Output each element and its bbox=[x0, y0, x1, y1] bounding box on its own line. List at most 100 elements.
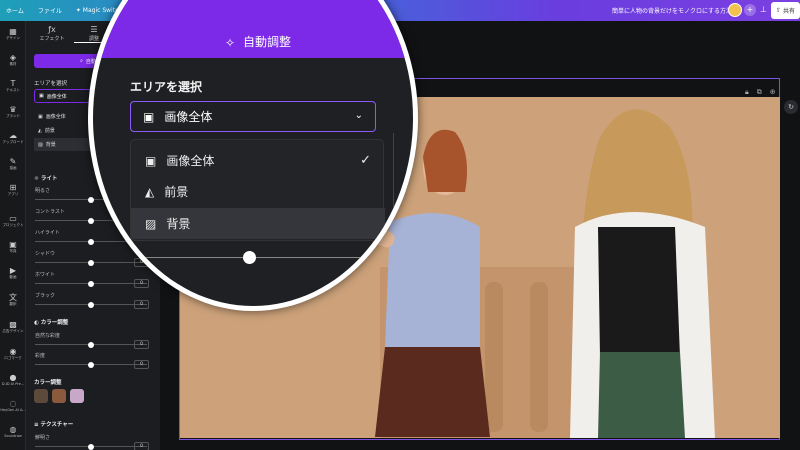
slider-label: 自然な彩度 bbox=[35, 333, 61, 339]
heygen-icon: ◌ bbox=[9, 399, 17, 408]
did-icon: ● bbox=[9, 373, 17, 382]
rail-item-heygen[interactable]: ◌ HeyGen AI A... bbox=[0, 399, 26, 412]
magic-wand-icon: ✧ bbox=[224, 36, 236, 50]
slider-track[interactable] bbox=[35, 341, 147, 348]
avatar[interactable] bbox=[728, 3, 742, 17]
file-menu[interactable]: ファイル bbox=[38, 6, 62, 15]
zoom-area-menu: ▣ 画像全体 ✓ ◭ 前景 ▨ 背景 bbox=[130, 139, 385, 241]
rail-item-elements[interactable]: ◈ 素材 bbox=[0, 53, 26, 67]
slider-value-input[interactable]: 0 bbox=[134, 360, 149, 369]
elements-icon: ◈ bbox=[9, 53, 17, 62]
rail-item-apps[interactable]: ⊞ アプリ bbox=[0, 183, 26, 197]
zoom-option-whole[interactable]: ▣ 画像全体 ✓ bbox=[131, 145, 385, 176]
invite-button[interactable]: + bbox=[744, 4, 756, 16]
zoom-option-foreground[interactable]: ◭ 前景 bbox=[131, 176, 385, 207]
page-tools: 🔒︎ ⧉ ⊕ bbox=[745, 88, 776, 97]
background-icon: ▨ bbox=[38, 141, 43, 148]
image-icon: ▣ bbox=[38, 113, 43, 120]
foreground-icon: ◭ bbox=[145, 184, 155, 199]
duplicate-icon[interactable]: ⧉ bbox=[757, 88, 762, 97]
rail-item-design[interactable]: ▦ デザイン bbox=[0, 27, 26, 41]
slider-label: シャドウ bbox=[35, 251, 56, 257]
magic-wand-icon: ⌕ bbox=[80, 58, 83, 64]
color-swatch[interactable] bbox=[70, 389, 84, 403]
lock-icon[interactable]: 🔒︎ bbox=[745, 88, 749, 97]
rail-item-translate[interactable]: 文翻訳 bbox=[0, 293, 26, 307]
slider-label: 鮮明さ bbox=[35, 435, 51, 441]
slider-track[interactable] bbox=[35, 443, 147, 450]
left-rail: ▦ デザイン ◈ 素材 T テキスト ♛ ブランド ☁ アップロード ✎ 描画 ⊞ アプリ ▭… bbox=[0, 21, 26, 450]
zoom-auto-adjust-button[interactable]: ✧ 自動調整 bbox=[93, 0, 413, 58]
rail-item-ad-design[interactable]: ▩ 広告デザイン bbox=[0, 320, 26, 334]
soundraw-icon: ◍ bbox=[9, 425, 17, 434]
video-icon: ▶ bbox=[9, 266, 17, 275]
home-menu[interactable]: ホーム bbox=[6, 6, 24, 15]
share-icon: ⇧ bbox=[775, 7, 781, 14]
brand-icon: ♛ bbox=[9, 105, 17, 114]
sun-icon: ☼ bbox=[34, 176, 41, 182]
slider-value-input[interactable]: 0 bbox=[134, 340, 149, 349]
zoom-slider-knob[interactable] bbox=[243, 251, 256, 264]
divider bbox=[393, 133, 394, 306]
magic-switch-icon: ✦ bbox=[75, 7, 81, 14]
rail-item-videos[interactable]: ▶ 動画 bbox=[0, 266, 26, 280]
slider-track[interactable] bbox=[35, 361, 147, 368]
foreground-icon: ◭ bbox=[38, 127, 42, 134]
rail-item-brand[interactable]: ♛ ブランド bbox=[0, 105, 26, 119]
image-icon: ▣ bbox=[143, 109, 155, 124]
rail-item-logo[interactable]: ◉ ロゴマーク bbox=[0, 347, 26, 361]
rail-item-text[interactable]: T テキスト bbox=[0, 79, 26, 93]
rail-item-draw[interactable]: ✎ 描画 bbox=[0, 157, 26, 171]
color-section-title: ◐ カラー調整 bbox=[34, 320, 69, 326]
rail-item-photos[interactable]: ▣ 写真 bbox=[0, 240, 26, 254]
chevron-down-icon: ⌄ bbox=[354, 110, 363, 121]
texture-section-title: ≡ テクスチャー bbox=[34, 422, 74, 428]
slider-knob[interactable] bbox=[88, 443, 94, 450]
insights-icon[interactable]: ⊥ bbox=[760, 5, 767, 14]
rail-item-projects[interactable]: ▭ プロジェクト bbox=[0, 214, 26, 228]
magnifier-zoom: ✧ 自動調整 エリアを選択 ▣ 画像全体 ⌄ ▣ 画像全体 ✓ ◭ 前景 ▨ 背… bbox=[88, 0, 418, 311]
zoom-option-background[interactable]: ▨ 背景 bbox=[131, 208, 385, 239]
apps-icon: ⊞ bbox=[9, 183, 17, 192]
image-icon: ▣ bbox=[39, 93, 44, 99]
area-option-whole[interactable]: ▣ 画像全体 bbox=[34, 110, 94, 123]
zoom-area-select[interactable]: ▣ 画像全体 ⌄ bbox=[130, 101, 376, 132]
slider-label: 彩度 bbox=[35, 353, 46, 359]
draw-icon: ✎ bbox=[9, 157, 17, 166]
image-icon: ▣ bbox=[145, 153, 157, 168]
check-icon: ✓ bbox=[360, 153, 371, 168]
color-icon: ◐ bbox=[34, 320, 41, 326]
zoom-select-area-label: エリアを選択 bbox=[130, 80, 203, 94]
text-icon: T bbox=[10, 79, 16, 88]
refresh-icon[interactable]: ↻ bbox=[784, 100, 798, 114]
color-swatch[interactable] bbox=[34, 389, 48, 403]
slider-knob[interactable] bbox=[88, 341, 94, 348]
area-option-background[interactable]: ▨ 背景 bbox=[34, 138, 94, 151]
slider-knob[interactable] bbox=[88, 361, 94, 368]
design-icon: ▦ bbox=[9, 27, 17, 36]
background-icon: ▨ bbox=[145, 216, 157, 231]
color-swatch[interactable] bbox=[52, 389, 66, 403]
slider-value-input[interactable]: 0 bbox=[134, 442, 149, 450]
light-section-title: ☼ ライト bbox=[34, 176, 58, 182]
photo-icon: ▣ bbox=[9, 240, 17, 249]
rail-item-soundraw[interactable]: ◍ Soundraw bbox=[0, 425, 26, 438]
fx-icon: ƒx bbox=[48, 25, 56, 34]
color-edit-title: カラー調整 bbox=[34, 380, 62, 386]
slider-label: コントラスト bbox=[35, 209, 65, 215]
zoom-slider[interactable] bbox=[130, 251, 413, 264]
rail-item-upload[interactable]: ☁ アップロード bbox=[0, 131, 26, 145]
upload-icon: ☁ bbox=[9, 131, 17, 140]
document-title[interactable]: 簡単に人物の背景だけをモノクロにする方法 bbox=[612, 6, 732, 15]
rail-item-did[interactable]: ● D-ID AI Pre... bbox=[0, 373, 26, 386]
tab-effects[interactable]: ƒx エフェクト bbox=[32, 25, 72, 42]
area-option-foreground[interactable]: ◭ 前景 bbox=[34, 124, 94, 137]
slider-label: 明るさ bbox=[35, 188, 51, 194]
slider-label: ハイライト bbox=[35, 230, 60, 236]
add-page-icon[interactable]: ⊕ bbox=[770, 88, 776, 97]
folder-icon: ▭ bbox=[9, 214, 17, 223]
slider-label: ホワイト bbox=[35, 272, 56, 278]
share-button[interactable]: ⇧ 共有 bbox=[771, 2, 800, 19]
logo-icon: ◉ bbox=[9, 347, 17, 356]
ad-design-icon: ▩ bbox=[9, 320, 17, 329]
